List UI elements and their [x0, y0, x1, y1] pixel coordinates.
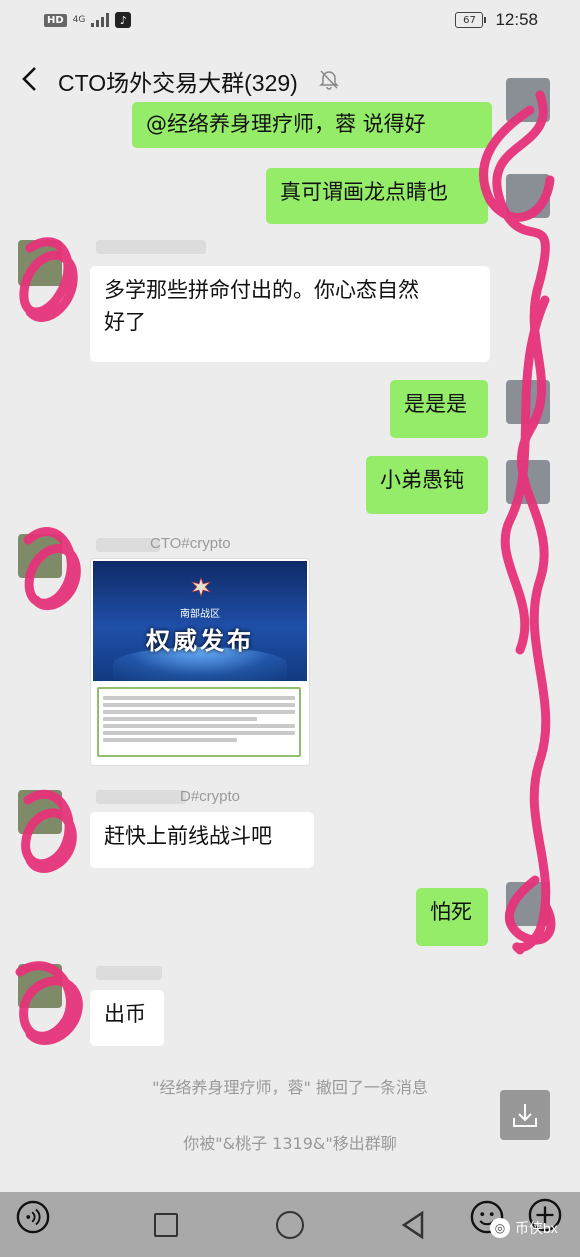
avatar[interactable] — [506, 78, 550, 122]
share-card-subtitle: 南部战区 — [180, 609, 220, 620]
chat-header: CTO场外交易大群(329) — [0, 50, 580, 108]
clock: 12:58 — [495, 10, 538, 29]
emblem-icon — [190, 577, 212, 597]
watermark-logo-icon: ◎ — [490, 1218, 510, 1238]
group-title: CTO场外交易大群(329) — [58, 70, 298, 96]
message-bubble-outgoing[interactable]: 怕死 — [416, 888, 488, 946]
sender-nickname: D#crypto — [180, 788, 241, 805]
avatar[interactable] — [506, 174, 550, 218]
recent-apps-button[interactable] — [154, 1213, 178, 1237]
share-card-title: 权威发布 — [146, 627, 254, 655]
voice-input-icon[interactable] — [16, 1200, 50, 1234]
system-message-recalled: "经络养身理疗师，蓉" 撤回了一条消息 — [152, 1078, 428, 1097]
status-bar: HD 4G ♪ 67 12:58 — [0, 0, 580, 44]
back-arrow-icon[interactable] — [18, 64, 40, 94]
system-message-removed: 你被"&桃子 1319&"移出群聊 — [183, 1134, 397, 1153]
avatar[interactable] — [18, 534, 62, 578]
status-right: 67 12:58 — [455, 10, 538, 30]
message-bubble-outgoing[interactable]: 真可谓画龙点睛也 — [266, 168, 488, 224]
message-bubble-outgoing[interactable]: @经络养身理疗师，蓉 说得好 — [132, 102, 492, 148]
signal-icon — [91, 13, 110, 27]
nickname-blurred — [96, 790, 186, 804]
avatar[interactable] — [18, 964, 62, 1008]
hd-icon: HD — [44, 13, 67, 27]
status-left: HD 4G ♪ — [44, 12, 132, 28]
avatar[interactable] — [506, 460, 550, 504]
message-bubble-incoming[interactable]: 多学那些拼命付出的。你心态自然 好了 — [90, 266, 490, 362]
avatar[interactable] — [506, 380, 550, 424]
message-bubble-outgoing[interactable]: 小弟愚钝 — [366, 456, 488, 514]
message-bubble-incoming[interactable]: 赶快上前线战斗吧 — [90, 812, 314, 868]
message-bubble-incoming[interactable]: 出币 — [90, 990, 164, 1046]
avatar[interactable] — [18, 240, 62, 286]
watermark-text: 币侠bx — [515, 1220, 558, 1236]
download-icon[interactable] — [500, 1090, 550, 1140]
message-bubble-outgoing[interactable]: 是是是 — [390, 380, 488, 438]
mute-bell-icon — [319, 70, 339, 90]
battery-icon: 67 — [455, 12, 487, 28]
share-card[interactable]: 南部战区 权威发布 — [90, 558, 310, 766]
watermark: ◎ 币侠bx — [490, 1218, 558, 1238]
avatar[interactable] — [18, 790, 62, 834]
home-button[interactable] — [276, 1211, 304, 1239]
share-card-banner: 南部战区 权威发布 — [93, 561, 307, 681]
avatar[interactable] — [506, 882, 550, 926]
share-card-body — [97, 687, 301, 757]
nickname-blurred — [96, 240, 206, 254]
tiktok-icon: ♪ — [115, 12, 132, 28]
sender-nickname: CTO#crypto — [150, 535, 231, 552]
network-label: 4G — [72, 14, 86, 25]
nickname-blurred — [96, 966, 162, 980]
nav-back-icon[interactable] — [400, 1210, 426, 1240]
